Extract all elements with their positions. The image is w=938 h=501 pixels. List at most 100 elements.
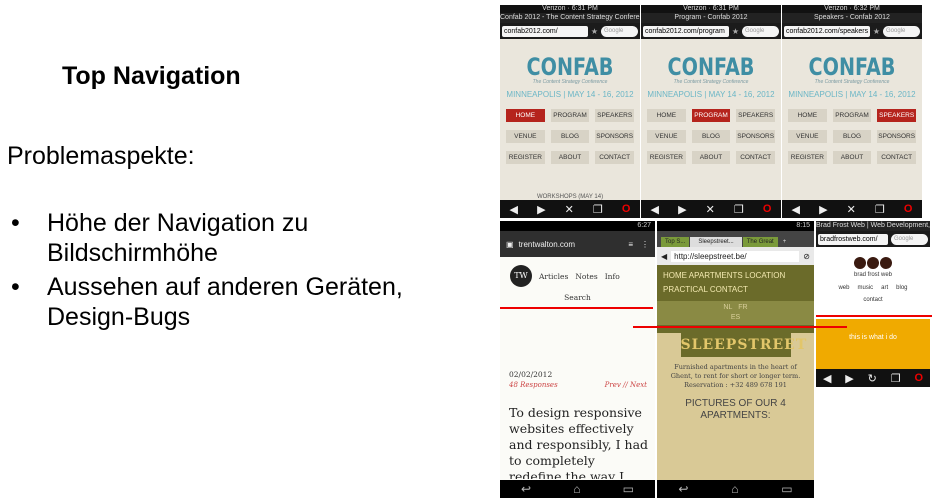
- url-input[interactable]: bradfrostweb.com/: [818, 233, 888, 245]
- lang-es[interactable]: ES: [731, 314, 740, 321]
- menu-icon[interactable]: ≡: [628, 240, 633, 249]
- close-icon[interactable]: ✕: [706, 203, 715, 216]
- nav-practical[interactable]: PRACTICAL: [663, 285, 708, 294]
- url-input[interactable]: confab2012.com/speakers: [784, 25, 870, 37]
- url-input[interactable]: confab2012.com/program: [643, 25, 729, 37]
- star-icon[interactable]: ★: [873, 27, 880, 36]
- opera-icon[interactable]: O: [763, 203, 772, 215]
- url-input[interactable]: confab2012.com/: [502, 25, 588, 37]
- home-icon[interactable]: ⌂: [731, 482, 738, 496]
- nav-about[interactable]: ABOUT: [691, 151, 731, 164]
- nav-info[interactable]: Info: [605, 272, 620, 281]
- nav-location[interactable]: LOCATION: [745, 271, 785, 280]
- confab-phone-1: Verizon · 6:31 PM Confab 2012 - The Cont…: [500, 5, 640, 218]
- nav-contact[interactable]: CONTACT: [595, 151, 634, 164]
- lang-fr[interactable]: FR: [738, 304, 747, 311]
- tab-great[interactable]: The Great: [742, 237, 778, 247]
- forward-icon[interactable]: ▶: [678, 203, 686, 216]
- back-icon[interactable]: ◀: [823, 372, 831, 385]
- nav-register[interactable]: REGISTER: [647, 151, 686, 164]
- nav-blog[interactable]: BLOG: [832, 130, 872, 143]
- back-icon[interactable]: ◀: [792, 203, 800, 216]
- confab-logo: CONFAB: [808, 53, 896, 81]
- nav-speakers[interactable]: SPEAKERS: [736, 109, 775, 122]
- star-icon[interactable]: ★: [591, 27, 598, 36]
- nav-apartments[interactable]: APARTMENTS: [689, 271, 743, 280]
- nav-about[interactable]: ABOUT: [832, 151, 872, 164]
- tabs-icon[interactable]: ❐: [875, 203, 885, 216]
- nav-register[interactable]: REGISTER: [506, 151, 545, 164]
- forward-icon[interactable]: ▶: [819, 203, 827, 216]
- nav-sponsors[interactable]: SPONSORS: [877, 130, 916, 143]
- prev-next-link[interactable]: Prev // Next: [605, 381, 647, 389]
- opera-icon[interactable]: O: [904, 203, 913, 215]
- search-input[interactable]: Google: [891, 233, 928, 245]
- nav-art[interactable]: art: [881, 285, 888, 291]
- tabs-icon[interactable]: ❐: [593, 203, 603, 216]
- search-input[interactable]: Google: [742, 25, 779, 37]
- forward-icon[interactable]: ▶: [537, 203, 545, 216]
- tabs-icon[interactable]: ❐: [734, 203, 744, 216]
- nav-blog[interactable]: blog: [896, 285, 907, 291]
- nav-home[interactable]: HOME: [647, 109, 686, 122]
- home-icon[interactable]: ⌂: [573, 482, 580, 496]
- nav-articles[interactable]: Articles: [539, 272, 568, 281]
- nav-program[interactable]: PROGRAM: [550, 109, 590, 122]
- nav-home[interactable]: HOME: [788, 109, 827, 122]
- reload-icon[interactable]: ↻: [868, 372, 877, 385]
- nav-about[interactable]: ABOUT: [550, 151, 590, 164]
- nav-contact[interactable]: CONTACT: [877, 151, 916, 164]
- back-icon[interactable]: ◀: [510, 203, 518, 216]
- tab-top[interactable]: Top S...: [661, 237, 690, 247]
- tabs-icon[interactable]: ❐: [891, 372, 901, 385]
- nav-program[interactable]: PROGRAM: [691, 109, 731, 122]
- lang-nl[interactable]: NL: [723, 304, 732, 311]
- search-input[interactable]: Google: [601, 25, 638, 37]
- overflow-icon[interactable]: ⋮: [641, 240, 649, 249]
- back-icon[interactable]: ◀: [661, 252, 667, 261]
- confab-logo: CONFAB: [526, 53, 614, 81]
- tw-logo: TW: [510, 265, 532, 287]
- post-date: 02/02/2012: [509, 370, 553, 379]
- nav-music[interactable]: music: [857, 285, 873, 291]
- opera-icon[interactable]: O: [914, 372, 923, 384]
- back-icon[interactable]: ↩: [521, 482, 531, 496]
- page-title-bar: Brad Frost Web | Web Development, Desig.…: [816, 221, 930, 231]
- nav-blog[interactable]: BLOG: [691, 130, 731, 143]
- nav-speakers[interactable]: SPEAKERS: [877, 109, 916, 122]
- recents-icon[interactable]: ▭: [781, 482, 792, 496]
- nav-home[interactable]: HOME: [506, 109, 545, 122]
- responses-link[interactable]: 48 Responses: [509, 381, 558, 389]
- nav-sponsors[interactable]: SPONSORS: [736, 130, 775, 143]
- bullet-dot-icon: •: [11, 209, 20, 237]
- url-input[interactable]: http://sleepstreet.be/: [671, 250, 800, 262]
- forward-icon[interactable]: ▶: [845, 372, 853, 385]
- nav-venue[interactable]: VENUE: [647, 130, 686, 143]
- nav-contact[interactable]: contact: [816, 297, 930, 303]
- nav-notes[interactable]: Notes: [575, 272, 597, 281]
- nav-web[interactable]: web: [838, 285, 849, 291]
- nav-venue[interactable]: VENUE: [506, 130, 545, 143]
- nav-venue[interactable]: VENUE: [788, 130, 827, 143]
- star-icon[interactable]: ★: [732, 27, 739, 36]
- nav-home[interactable]: HOME: [663, 271, 687, 280]
- new-tab-icon[interactable]: +: [779, 237, 791, 247]
- block-icon[interactable]: ⊘: [803, 252, 810, 261]
- opera-icon[interactable]: O: [622, 203, 631, 215]
- nav-register[interactable]: REGISTER: [788, 151, 827, 164]
- nav-blog[interactable]: BLOG: [550, 130, 590, 143]
- nav-contact[interactable]: CONTACT: [736, 151, 775, 164]
- tab-sleepstreet[interactable]: Sleepstreet...: [690, 237, 742, 247]
- search-input[interactable]: Google: [883, 25, 920, 37]
- nav-speakers[interactable]: SPEAKERS: [595, 109, 634, 122]
- url-bar: ◀ http://sleepstreet.be/ ⊘: [657, 247, 814, 265]
- nav-contact[interactable]: CONTACT: [710, 285, 748, 294]
- recents-icon[interactable]: ▭: [623, 482, 634, 496]
- close-icon[interactable]: ✕: [847, 203, 856, 216]
- close-icon[interactable]: ✕: [565, 203, 574, 216]
- nav-sponsors[interactable]: SPONSORS: [595, 130, 634, 143]
- back-icon[interactable]: ↩: [678, 482, 688, 496]
- search-link[interactable]: Search: [500, 293, 655, 302]
- nav-program[interactable]: PROGRAM: [832, 109, 872, 122]
- back-icon[interactable]: ◀: [651, 203, 659, 216]
